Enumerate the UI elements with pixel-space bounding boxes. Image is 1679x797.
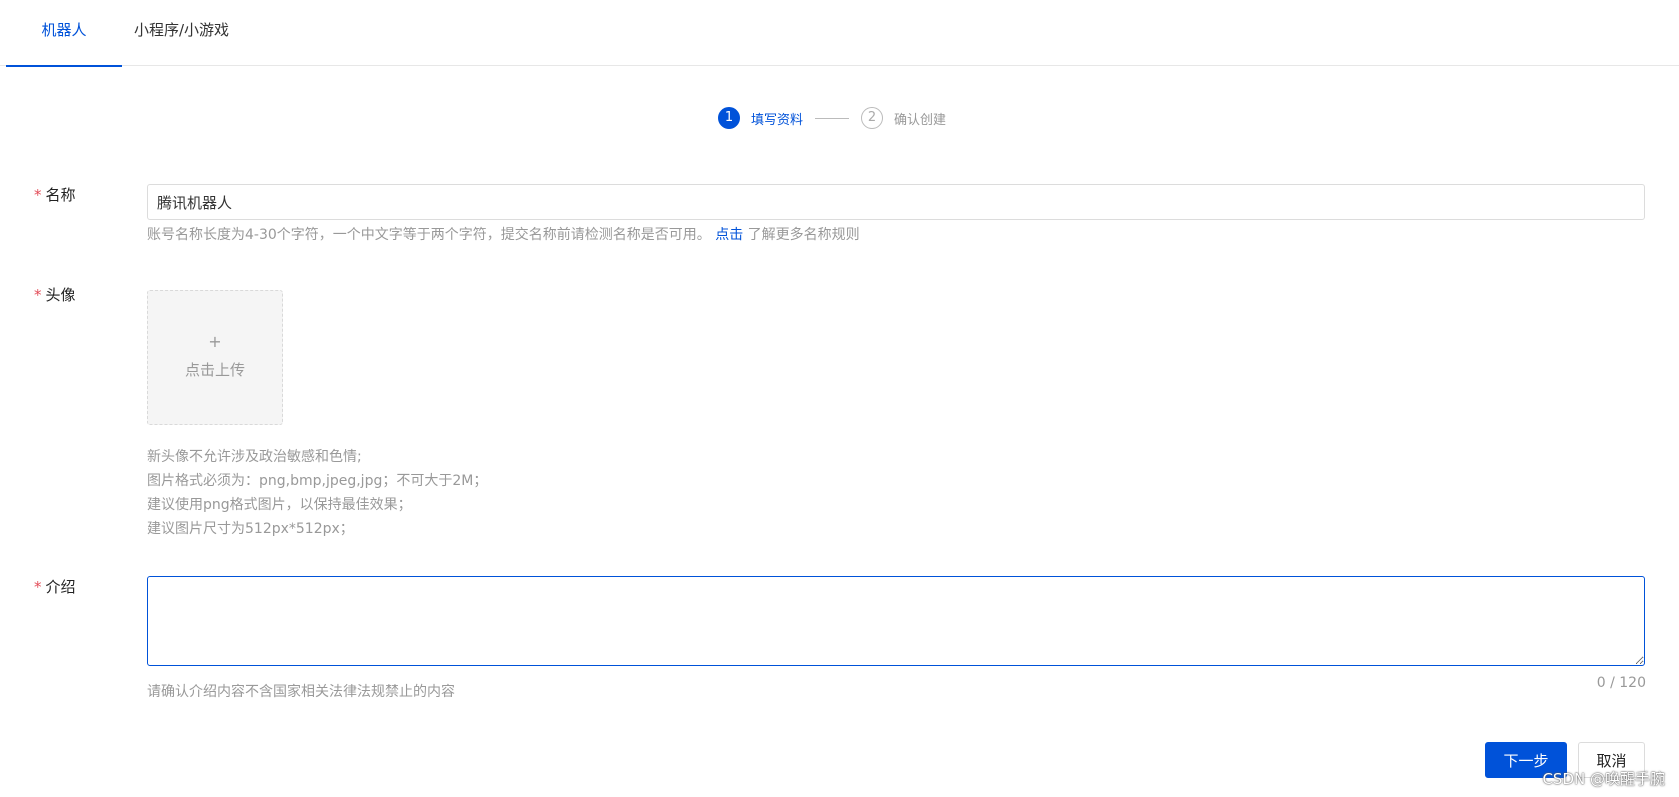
intro-label: * 介绍 <box>34 576 76 597</box>
tab-robot-label: 机器人 <box>41 21 87 39</box>
next-button[interactable]: 下一步 <box>1485 742 1567 778</box>
active-tab-indicator <box>6 65 122 67</box>
avatar-hint-line: 新头像不允许涉及政治敏感和色情; <box>147 449 362 465</box>
upload-label: 点击上传 <box>184 361 245 379</box>
avatar-label-text: 头像 <box>45 286 76 304</box>
required-mark: * <box>34 286 42 304</box>
step-connector <box>815 117 850 119</box>
tab-miniprogram-label: 小程序/小游戏 <box>134 21 230 39</box>
name-hint-suffix: 了解更多名称规则 <box>743 227 860 243</box>
intro-textarea[interactable] <box>147 576 1645 666</box>
name-hint: 账号名称长度为4-30个字符，一个中文字等于两个字符，提交名称前请检测名称是否可… <box>147 223 860 247</box>
avatar-hint-line: 建议图片尺寸为512px*512px； <box>147 521 354 537</box>
top-tabs: 机器人 小程序/小游戏 <box>0 0 1679 67</box>
name-rules-link[interactable]: 点击 <box>715 227 743 243</box>
step-2-label: 确认创建 <box>894 112 947 128</box>
intro-hint: 请确认介绍内容不含国家相关法律法规禁止的内容 <box>147 684 455 700</box>
name-input[interactable] <box>147 184 1645 220</box>
cancel-button[interactable]: 取消 <box>1578 742 1645 778</box>
plus-icon: + <box>208 332 222 351</box>
avatar-hints: 新头像不允许涉及政治敏感和色情; 图片格式必须为：png,bmp,jpeg,jp… <box>147 445 487 541</box>
avatar-label: * 头像 <box>34 284 76 305</box>
tab-robot[interactable]: 机器人 <box>6 0 122 67</box>
avatar-upload-button[interactable]: + 点击上传 <box>147 290 283 425</box>
name-label: * 名称 <box>34 184 76 205</box>
required-mark: * <box>34 578 42 596</box>
intro-label-text: 介绍 <box>45 578 76 596</box>
name-hint-text: 账号名称长度为4-30个字符，一个中文字等于两个字符，提交名称前请检测名称是否可… <box>147 227 711 243</box>
step-indicator: 1 填写资料 2 确认创建 <box>718 106 946 130</box>
tab-miniprogram[interactable]: 小程序/小游戏 <box>134 0 229 66</box>
avatar-hint-line: 图片格式必须为：png,bmp,jpeg,jpg；不可大于2M； <box>147 473 488 489</box>
avatar-hint-line: 建议使用png格式图片，以保持最佳效果； <box>147 497 412 513</box>
step-1-number: 1 <box>718 107 740 129</box>
step-2-number: 2 <box>861 107 884 129</box>
step-1-label: 填写资料 <box>751 112 804 128</box>
required-mark: * <box>34 186 42 204</box>
intro-char-counter: 0 / 120 <box>1596 675 1646 691</box>
name-label-text: 名称 <box>45 186 76 204</box>
